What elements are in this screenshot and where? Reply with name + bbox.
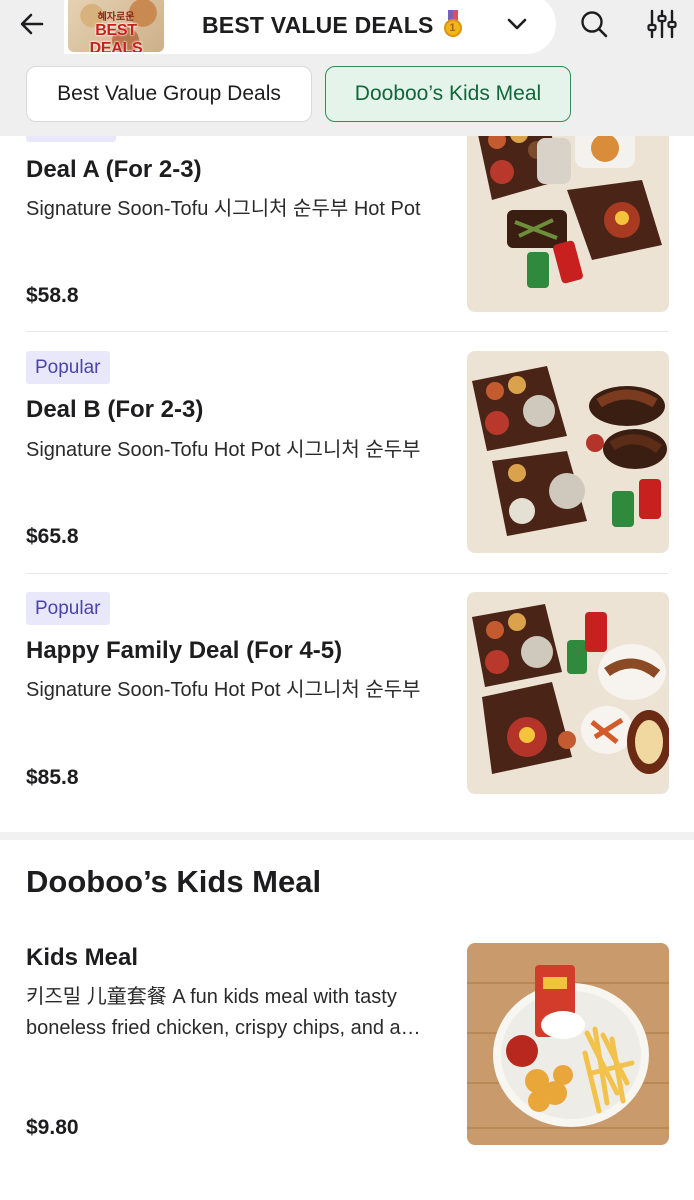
item-description: Signature Soon-Tofu 시그니처 순두부 Hot Pot — [26, 198, 421, 220]
menu-item-deal-b[interactable]: Popular Deal B (For 2-3) Signature Soon-… — [0, 332, 694, 574]
search-icon — [581, 11, 608, 38]
dropdown-toggle[interactable] — [498, 6, 536, 42]
item-photo-happy-family-deal — [467, 592, 669, 794]
section-separator — [0, 832, 694, 840]
item-photo-kids-meal — [467, 943, 669, 1145]
filter-button[interactable] — [642, 4, 682, 44]
sliders-icon — [647, 9, 677, 39]
menu-item-deal-a[interactable]: Deal A (For 2-3) Signature Soon-Tofu 시그니… — [0, 136, 694, 332]
back-button[interactable] — [14, 6, 50, 42]
popular-badge: Popular — [26, 351, 110, 384]
item-name: Kids Meal — [26, 944, 139, 971]
chevron-down-icon — [507, 18, 527, 30]
menu-item-happy-family-deal[interactable]: Popular Happy Family Deal (For 4-5) Sign… — [0, 574, 694, 816]
item-name: Deal B (For 2-3) — [26, 396, 204, 423]
search-button[interactable] — [574, 4, 614, 44]
item-name: Deal A (For 2-3) — [26, 156, 202, 183]
popular-badge: Popular — [26, 592, 110, 625]
chip-best-value-group-deals[interactable]: Best Value Group Deals — [26, 66, 312, 122]
item-price: $9.80 — [26, 1116, 79, 1139]
item-photo-deal-a — [467, 136, 669, 312]
item-name: Happy Family Deal (For 4-5) — [26, 637, 343, 664]
item-description: Signature Soon-Tofu Hot Pot 시그니처 순두부 — [26, 679, 421, 701]
arrow-left-icon — [20, 13, 44, 35]
item-description: Signature Soon-Tofu Hot Pot 시그니처 순두부 — [26, 439, 421, 461]
chip-doobos-kids-meal[interactable]: Dooboo’s Kids Meal — [325, 66, 571, 122]
store-title-dropdown[interactable]: 혜자로운 BEST DEALS BEST VALUE DEALS 1 — [64, 0, 556, 54]
menu-item-kids-meal[interactable]: Kids Meal 키즈밀 儿童套餐 A fun kids meal with … — [0, 936, 694, 1200]
page-title: BEST VALUE DEALS 1 — [202, 9, 464, 39]
top-bar: 혜자로운 BEST DEALS BEST VALUE DEALS 1 Best V… — [0, 0, 694, 136]
best-deals-logo: 혜자로운 BEST DEALS — [68, 0, 164, 52]
section-title-kids-meal: Dooboo’s Kids Meal — [26, 864, 322, 899]
item-price: $58.8 — [26, 284, 79, 307]
menu-list: Deal A (For 2-3) Signature Soon-Tofu 시그니… — [0, 136, 694, 1200]
first-place-medal-icon: 1 — [442, 9, 464, 38]
item-photo-deal-b — [467, 351, 669, 553]
item-price: $65.8 — [26, 525, 79, 548]
item-description: 키즈밀 儿童套餐 A fun kids meal with tasty bone… — [26, 986, 401, 1039]
item-price: $85.8 — [26, 766, 79, 789]
